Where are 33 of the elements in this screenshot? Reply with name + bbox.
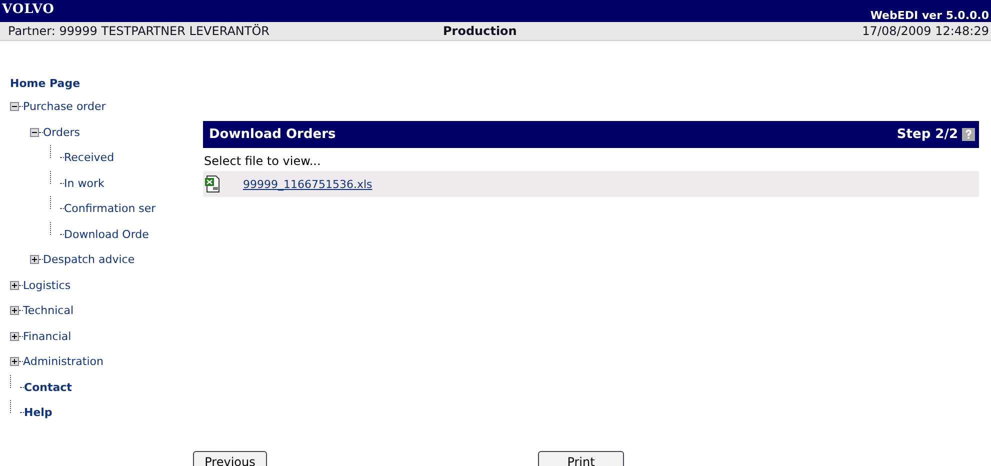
logo: VOLVO xyxy=(0,1,54,17)
instruction-text: Select file to view... xyxy=(203,153,322,170)
version-label: WebEDI ver 5.0.0.0 xyxy=(870,9,990,22)
form-button[interactable]: Print xyxy=(538,451,624,466)
tree-item[interactable]: Orders xyxy=(43,126,80,139)
spreadsheet-file-icon xyxy=(204,175,222,193)
step-label: Step 2/2 xyxy=(896,127,958,142)
toggle-icon[interactable] xyxy=(30,255,39,264)
tree-item[interactable]: Received xyxy=(64,151,114,164)
toggle-icon[interactable] xyxy=(10,280,19,290)
datetime-label: 17/08/2009 12:48:29 xyxy=(862,24,990,38)
tree-item[interactable]: Confirmation ser xyxy=(64,202,156,216)
toggle-icon[interactable] xyxy=(10,306,19,316)
tree-item[interactable]: In work xyxy=(64,176,104,190)
environment-label: Production xyxy=(443,24,518,38)
tree-item[interactable]: Logistics xyxy=(23,278,71,292)
tree-item[interactable]: Administration xyxy=(23,355,104,368)
partner-label: Partner: 99999 TESTPARTNER LEVERANTÖR xyxy=(7,24,270,38)
toggle-icon[interactable] xyxy=(30,128,39,137)
tree-item[interactable]: Purchase order xyxy=(23,100,106,114)
home-link[interactable]: Home Page xyxy=(0,74,200,94)
form-button[interactable]: Previous xyxy=(193,451,267,466)
toggle-icon[interactable] xyxy=(10,357,19,366)
tree-item[interactable]: Financial xyxy=(23,330,72,343)
tree-item[interactable]: Despatch advice xyxy=(43,253,135,266)
tree-item[interactable]: Download Orde xyxy=(64,228,149,241)
panel-title: Download Orders xyxy=(209,127,336,142)
tree-item[interactable]: Contact xyxy=(24,380,72,394)
toggle-icon[interactable] xyxy=(10,102,19,112)
toggle-icon[interactable] xyxy=(10,332,19,341)
file-link[interactable]: 99999_1166751536.xls xyxy=(243,178,372,190)
tree-item[interactable]: Technical xyxy=(23,304,74,318)
tree-item[interactable]: Help xyxy=(24,406,52,420)
